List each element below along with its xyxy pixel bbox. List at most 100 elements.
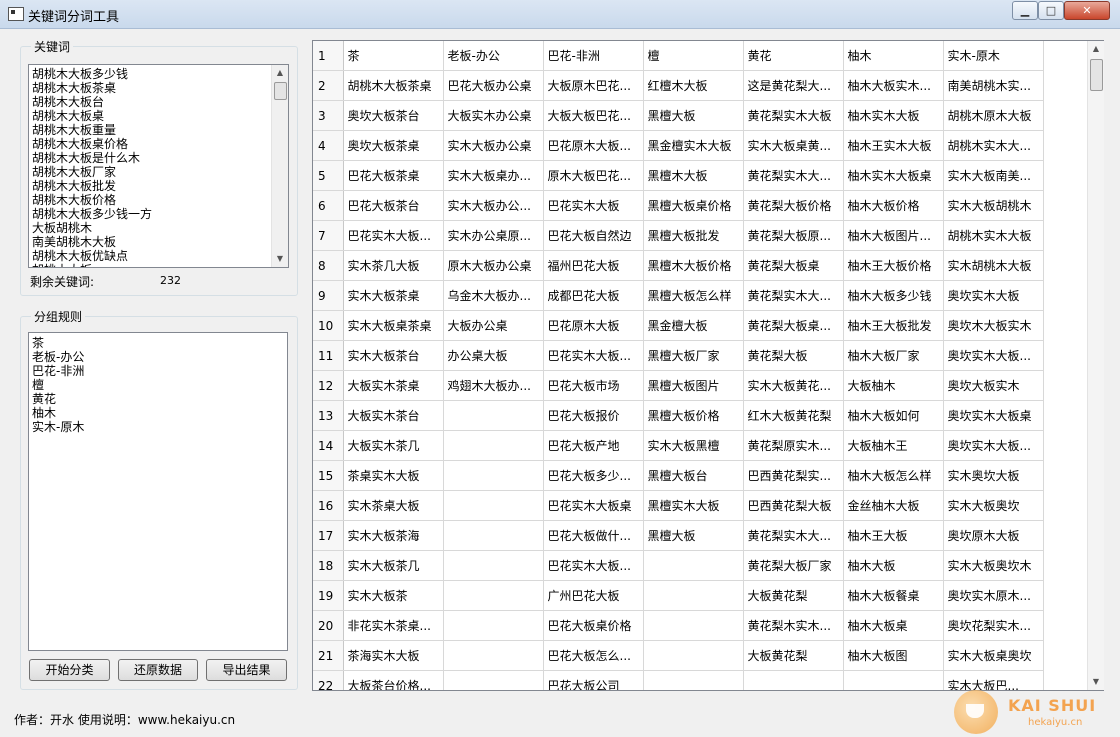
column-header[interactable]: 茶	[343, 41, 444, 71]
table-cell[interactable]: 奥坎大板茶桌	[343, 130, 444, 161]
keywords-list[interactable]: 胡桃木大板多少钱 胡桃木大板茶桌 胡桃木大板台 胡桃木大板桌 胡桃木大板重量 胡桃木大板桌…	[28, 64, 289, 268]
table-cell[interactable]: 实木大板胡桃木	[943, 190, 1044, 221]
table-cell[interactable]: 实木大板南美...	[943, 160, 1044, 191]
start-classify-button[interactable]: 开始分类	[29, 659, 110, 681]
table-cell[interactable]: 大板大板巴花...	[543, 100, 644, 131]
table-cell[interactable]: 巴花大板市场	[543, 370, 644, 401]
scroll-up-icon[interactable]: ▲	[272, 65, 288, 81]
table-cell[interactable]	[443, 640, 544, 671]
table-cell[interactable]: 实木茶桌大板	[343, 490, 444, 521]
restore-data-button[interactable]: 还原数据	[118, 659, 198, 681]
table-cell[interactable]: 柚木大板厂家	[843, 340, 944, 371]
table-cell[interactable]: 实木大板茶几	[343, 550, 444, 581]
table-cell[interactable]: 柚木大板餐桌	[843, 580, 944, 611]
table-cell[interactable]: 大板办公桌	[443, 310, 544, 341]
keyword-item[interactable]: 胡桃木大板优缺点	[29, 249, 288, 263]
table-cell[interactable]: 巴花原木大板...	[543, 130, 644, 161]
maximize-button[interactable]: □	[1038, 1, 1064, 20]
scroll-thumb[interactable]	[274, 82, 287, 100]
table-cell[interactable]	[643, 610, 744, 641]
table-cell[interactable]: 巴花大板报价	[543, 400, 644, 431]
table-cell[interactable]: 实木奥坎大板	[943, 460, 1044, 491]
table-cell[interactable]: 大板原木巴花...	[543, 70, 644, 101]
table-cell[interactable]: 巴花实木大板	[543, 190, 644, 221]
table-cell[interactable]: 黑檀大板桌价格	[643, 190, 744, 221]
table-cell[interactable]: 实木茶几大板	[343, 250, 444, 281]
table-cell[interactable]: 黑檀木大板	[643, 160, 744, 191]
export-results-button[interactable]: 导出结果	[206, 659, 287, 681]
keyword-item[interactable]: 胡桃木大板厂家	[29, 165, 288, 179]
column-header[interactable]: 巴花-非洲	[543, 41, 644, 71]
table-cell[interactable]: 黑檀木大板价格	[643, 250, 744, 281]
table-cell[interactable]: 黄花梨实木大...	[743, 520, 844, 551]
table-cell[interactable]: 实木大板桌奥坎	[943, 640, 1044, 671]
keyword-item[interactable]: 胡桃木大板台	[29, 95, 288, 109]
table-cell[interactable]: 实木大板茶	[343, 580, 444, 611]
table-cell[interactable]: 实木大板桌茶桌	[343, 310, 444, 341]
table-cell[interactable]: 黑檀大板台	[643, 460, 744, 491]
table-cell[interactable]	[743, 670, 844, 690]
table-cell[interactable]: 巴花大板产地	[543, 430, 644, 461]
table-cell[interactable]: 黄花梨实木大...	[743, 280, 844, 311]
table-cell[interactable]: 柚木大板	[843, 550, 944, 581]
table-cell[interactable]: 黄花梨大板厂家	[743, 550, 844, 581]
table-cell[interactable]: 柚木大板图	[843, 640, 944, 671]
table-cell[interactable]	[443, 490, 544, 521]
table-cell[interactable]: 黄花梨实木大板	[743, 100, 844, 131]
table-cell[interactable]: 柚木大板图片...	[843, 220, 944, 251]
table-cell[interactable]: 奥坎原木大板	[943, 520, 1044, 551]
column-header[interactable]: 檀	[643, 41, 744, 71]
table-cell[interactable]: 原木大板办公桌	[443, 250, 544, 281]
table-cell[interactable]: 巴西黄花梨实...	[743, 460, 844, 491]
table-cell[interactable]: 实木办公桌原...	[443, 220, 544, 251]
column-header[interactable]: 实木-原木	[943, 41, 1044, 71]
table-cell[interactable]: 黑檀大板厂家	[643, 340, 744, 371]
table-cell[interactable]: 实木大板奥坎	[943, 490, 1044, 521]
table-cell[interactable]: 柚木王大板批发	[843, 310, 944, 341]
table-cell[interactable]: 黑檀大板怎么样	[643, 280, 744, 311]
table-cell[interactable]: 实木胡桃木大板	[943, 250, 1044, 281]
table-cell[interactable]: 黑金檀大板	[643, 310, 744, 341]
table-cell[interactable]: 实木大板黑檀	[643, 430, 744, 461]
table-cell[interactable]: 巴花实木大板...	[543, 550, 644, 581]
table-cell[interactable]: 实木大板茶台	[343, 340, 444, 371]
table-cell[interactable]: 胡桃木实木大板	[943, 220, 1044, 251]
table-cell[interactable]: 大板实木办公桌	[443, 100, 544, 131]
table-cell[interactable]: 这是黄花梨大...	[743, 70, 844, 101]
table-cell[interactable]: 黄花梨原实木...	[743, 430, 844, 461]
table-cell[interactable]: 奥坎实木大板	[943, 280, 1044, 311]
table-cell[interactable]: 大板黄花梨	[743, 640, 844, 671]
table-cell[interactable]: 红檀木大板	[643, 70, 744, 101]
keyword-item[interactable]: 胡桃木大板是什么木	[29, 151, 288, 165]
table-cell[interactable]: 奥坎实木大板...	[943, 430, 1044, 461]
results-grid[interactable]: 1 茶老板-办公 巴花-非洲檀黄花 柚木 实木-原木 2 胡桃木大板茶桌 巴花大板办公桌 大板原…	[312, 40, 1104, 691]
table-cell[interactable]	[643, 670, 744, 690]
table-cell[interactable]: 柚木王大板	[843, 520, 944, 551]
table-cell[interactable]	[643, 640, 744, 671]
table-cell[interactable]	[443, 550, 544, 581]
table-cell[interactable]: 巴花大板桌价格	[543, 610, 644, 641]
table-cell[interactable]: 鸡翅木大板办...	[443, 370, 544, 401]
table-cell[interactable]: 巴花大板怎么...	[543, 640, 644, 671]
table-cell[interactable]: 柚木大板实木...	[843, 70, 944, 101]
table-cell[interactable]: 黑檀大板批发	[643, 220, 744, 251]
table-cell[interactable]: 奥坎木大板实木	[943, 310, 1044, 341]
keyword-item[interactable]: 胡桃木大板多少钱	[29, 67, 288, 81]
table-cell[interactable]: 柚木大板如何	[843, 400, 944, 431]
table-cell[interactable]: 巴花实木大板桌	[543, 490, 644, 521]
table-cell[interactable]: 黑檀大板	[643, 520, 744, 551]
table-cell[interactable]: 大板茶台价格...	[343, 670, 444, 690]
grid-scroll-up-icon[interactable]: ▲	[1088, 41, 1104, 57]
table-cell[interactable]	[443, 580, 544, 611]
table-cell[interactable]: 柚木实木大板桌	[843, 160, 944, 191]
table-cell[interactable]: 黄花梨大板价格	[743, 190, 844, 221]
table-cell[interactable]: 奥坎大板茶台	[343, 100, 444, 131]
table-cell[interactable]: 大板黄花梨	[743, 580, 844, 611]
table-cell[interactable]: 福州巴花大板	[543, 250, 644, 281]
table-cell[interactable]: 黑檀大板图片	[643, 370, 744, 401]
close-button[interactable]: ✕	[1064, 1, 1110, 20]
table-cell[interactable]: 巴花实木大板...	[343, 220, 444, 251]
table-cell[interactable]: 大板柚木王	[843, 430, 944, 461]
table-cell[interactable]: 巴花大板自然边	[543, 220, 644, 251]
table-cell[interactable]: 黄花梨大板	[743, 340, 844, 371]
